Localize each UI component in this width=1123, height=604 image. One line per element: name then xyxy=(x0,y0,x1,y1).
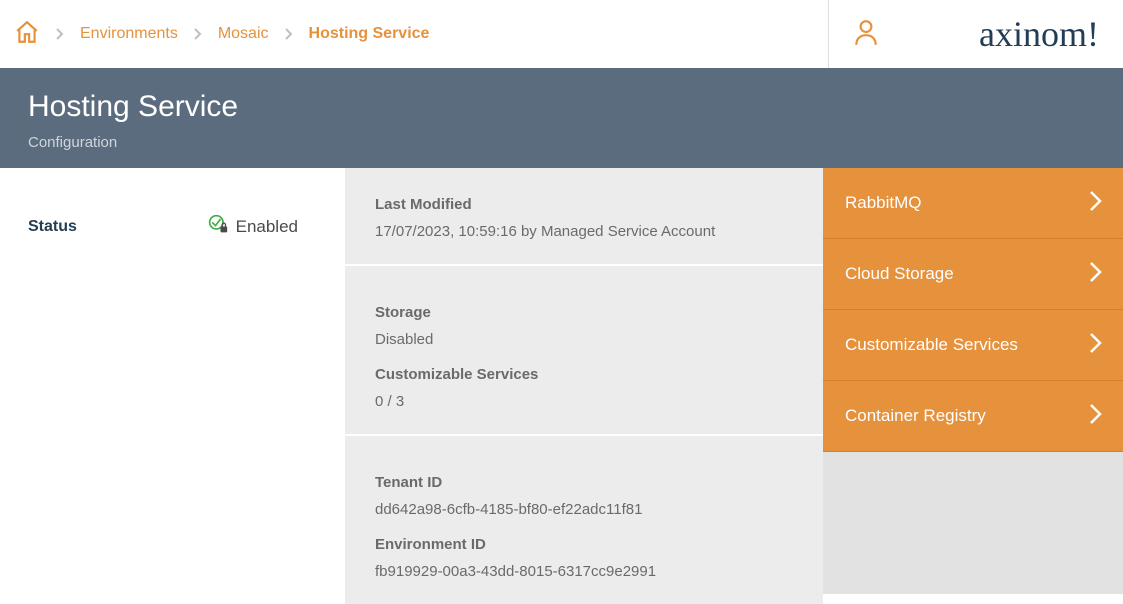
chevron-right-icon xyxy=(1089,332,1103,359)
brand-logo: axinom! xyxy=(979,13,1099,55)
card-ids: Tenant ID dd642a98-6cfb-4185-bf80-ef22ad… xyxy=(345,446,823,604)
card-storage: Storage Disabled Customizable Services 0… xyxy=(345,276,823,436)
customizable-services-label: Customizable Services xyxy=(375,366,793,383)
main: Status Enabled Last Modified 17/07/2023,… xyxy=(0,168,1123,594)
environment-id-value: fb919929-00a3-43dd-8015-6317cc9e2991 xyxy=(375,563,793,580)
page-title: Hosting Service xyxy=(28,90,1095,124)
tenant-id-value: dd642a98-6cfb-4185-bf80-ef22adc11f81 xyxy=(375,501,793,518)
tenant-id-label: Tenant ID xyxy=(375,474,793,491)
nav-item-container-registry[interactable]: Container Registry xyxy=(823,381,1123,452)
chevron-right-icon xyxy=(56,28,64,40)
breadcrumb: Environments Mosaic Hosting Service xyxy=(0,0,429,68)
storage-label: Storage xyxy=(375,304,793,321)
chevron-right-icon xyxy=(285,28,293,40)
breadcrumb-link-mosaic[interactable]: Mosaic xyxy=(218,25,269,43)
breadcrumb-current: Hosting Service xyxy=(309,25,430,43)
environment-id-label: Environment ID xyxy=(375,536,793,553)
chevron-right-icon xyxy=(1089,261,1103,288)
status-value: Enabled xyxy=(208,214,298,239)
breadcrumb-items: Environments Mosaic Hosting Service xyxy=(56,25,429,43)
check-lock-icon xyxy=(208,214,228,239)
last-modified-label: Last Modified xyxy=(375,196,793,213)
topbar-right: axinom! xyxy=(828,0,1123,68)
user-icon[interactable] xyxy=(853,18,879,51)
nav-item-customizable-services[interactable]: Customizable Services xyxy=(823,310,1123,381)
page-subtitle: Configuration xyxy=(28,134,1095,151)
status-label: Status xyxy=(28,218,77,236)
status-text: Enabled xyxy=(236,217,298,237)
nav-item-label: Cloud Storage xyxy=(845,264,954,284)
nav-item-label: Customizable Services xyxy=(845,335,1018,355)
storage-value: Disabled xyxy=(375,331,793,348)
left-column: Status Enabled xyxy=(0,168,345,594)
card-last-modified: Last Modified 17/07/2023, 10:59:16 by Ma… xyxy=(345,168,823,266)
nav-item-label: Container Registry xyxy=(845,406,986,426)
last-modified-value: 17/07/2023, 10:59:16 by Managed Service … xyxy=(375,223,793,240)
topbar: Environments Mosaic Hosting Service axin… xyxy=(0,0,1123,68)
mid-column: Last Modified 17/07/2023, 10:59:16 by Ma… xyxy=(345,168,823,594)
customizable-services-value: 0 / 3 xyxy=(375,393,793,410)
nav-item-label: RabbitMQ xyxy=(845,193,922,213)
breadcrumb-link-environments[interactable]: Environments xyxy=(80,25,178,43)
chevron-right-icon xyxy=(1089,190,1103,217)
status-row: Status Enabled xyxy=(28,214,298,239)
nav-item-cloud-storage[interactable]: Cloud Storage xyxy=(823,239,1123,310)
chevron-right-icon xyxy=(1089,403,1103,430)
nav-item-rabbitmq[interactable]: RabbitMQ xyxy=(823,168,1123,239)
right-column: RabbitMQ Cloud Storage Customizable Serv… xyxy=(823,168,1123,594)
titlebar: Hosting Service Configuration xyxy=(0,68,1123,168)
chevron-right-icon xyxy=(194,28,202,40)
home-icon[interactable] xyxy=(14,19,40,50)
